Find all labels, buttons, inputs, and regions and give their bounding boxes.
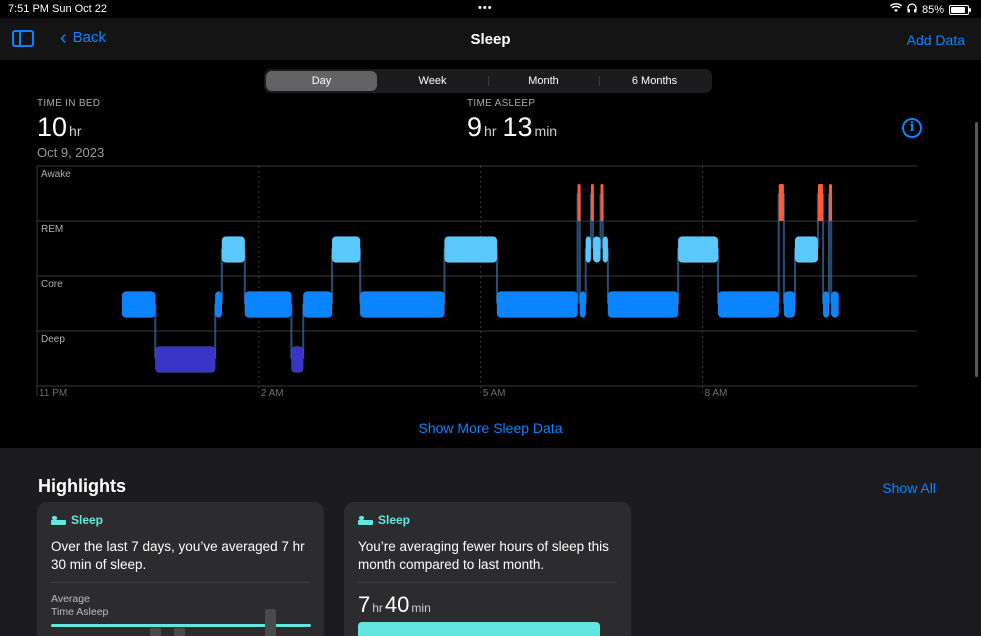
sleep-segment-awake (817, 184, 824, 221)
highlights-section: Highlights Show All Sleep Over the last … (0, 448, 981, 636)
stage-label: Deep (41, 334, 65, 345)
sleep-segment-awake (577, 184, 581, 221)
scrollbar[interactable] (975, 122, 978, 377)
card-divider (51, 582, 310, 583)
sleep-segment-core (822, 291, 830, 318)
add-data-button[interactable]: Add Data (907, 32, 965, 48)
sleep-segment-core (121, 291, 156, 318)
x-tick-label: 8 AM (705, 388, 728, 399)
monthly-hours: 7 (358, 592, 371, 617)
x-tick-label: 2 AM (261, 388, 284, 399)
highlight-card-weekly-average[interactable]: Sleep Over the last 7 days, you’ve avera… (37, 502, 324, 636)
x-tick-label: 11 PM (39, 388, 67, 399)
stage-label: Core (41, 279, 63, 290)
page-title: Sleep (470, 31, 511, 48)
card-divider (358, 582, 617, 583)
card-category-label: Sleep (71, 513, 104, 527)
status-date: Sun Oct 22 (52, 3, 108, 15)
time-in-bed-hours: 10 (37, 112, 68, 142)
sleep-segment-core (244, 291, 292, 318)
sleep-summary: Day Week Month 6 Months TIME IN BED 10 hr… (0, 60, 981, 448)
sleep-stages-svg: Awake REM Core Deep 11 PM 2 AM 5 AM 8 AM (36, 165, 917, 399)
sleep-segment-core (579, 291, 586, 318)
x-tick-label: 5 AM (483, 388, 506, 399)
card-category: Sleep (51, 513, 103, 527)
day-bar (265, 609, 276, 636)
sleep-segment-core (607, 291, 679, 318)
sleep-segment-core (214, 291, 223, 318)
show-more-sleep-data-link[interactable]: Show More Sleep Data (0, 420, 981, 436)
card-category: Sleep (358, 513, 410, 527)
sleep-segment-awake (778, 184, 784, 221)
segment-day[interactable]: Day (266, 71, 377, 91)
time-asleep-label: TIME ASLEEP (467, 98, 536, 109)
time-in-bed-unit: hr (69, 123, 82, 139)
average-time-asleep-label: Average Time Asleep (51, 593, 108, 619)
highlight-card-monthly-comparison[interactable]: Sleep You’re averaging fewer hours of sl… (344, 502, 631, 636)
sleep-segment-core (359, 291, 445, 318)
segment-week[interactable]: Week (377, 71, 488, 91)
status-bar: 7:51 PM Sun Oct 22 ••• 85% (0, 0, 981, 18)
day-bar (150, 628, 161, 636)
sleep-segment-core (783, 291, 796, 318)
sleep-segment-deep (155, 346, 216, 373)
battery-icon (949, 4, 971, 15)
monthly-minutes: 40 (384, 592, 410, 617)
sleep-segment-core (302, 291, 333, 318)
monthly-comparison-bar (358, 622, 600, 636)
sleep-segment-rem (602, 236, 609, 263)
sleep-segment-rem (221, 236, 246, 263)
nav-bar: ‹ Back Sleep Add Data (0, 18, 981, 60)
status-time: 7:51 PM (8, 3, 49, 15)
card-category-label: Sleep (378, 513, 411, 527)
time-in-bed-value: 10 hr (37, 112, 82, 143)
segment-month[interactable]: Month (488, 71, 599, 91)
sleep-segment-rem (331, 236, 361, 263)
sleep-segment-deep (291, 346, 304, 373)
headphones-icon (907, 3, 917, 16)
sleep-segment-rem (444, 236, 498, 263)
sleep-segment-rem (677, 236, 719, 263)
monthly-average-value: 7 hr40 min (358, 592, 433, 618)
sleep-segment-awake (600, 184, 604, 221)
time-asleep-hours: 9 (467, 112, 483, 142)
time-asleep-value: 9 hr 13 min (467, 112, 557, 143)
avg-label-line1: Average (51, 593, 90, 605)
monthly-minutes-unit: min (411, 601, 431, 615)
battery-percent: 85% (921, 3, 944, 16)
time-asleep-hours-unit: hr (484, 123, 497, 139)
sleep-segment-core (830, 291, 839, 318)
monthly-hours-unit: hr (372, 601, 383, 615)
segment-6-months[interactable]: 6 Months (599, 71, 710, 91)
avg-label-line2: Time Asleep (51, 606, 109, 618)
show-all-button[interactable]: Show All (882, 480, 936, 496)
sleep-segment-rem (585, 236, 592, 263)
status-right: 85% (889, 3, 971, 16)
sleep-segment-core (717, 291, 779, 318)
day-bar (174, 628, 185, 636)
multitasking-dots-icon[interactable]: ••• (478, 2, 493, 14)
bed-icon (358, 515, 373, 526)
time-asleep-minutes: 13 (502, 112, 533, 142)
sleep-segment-rem (794, 236, 819, 263)
sleep-segment-awake (590, 184, 594, 221)
info-icon[interactable]: i (902, 118, 922, 138)
sleep-segment-core (496, 291, 578, 318)
period-segmented-control[interactable]: Day Week Month 6 Months (264, 69, 712, 93)
time-asleep-minutes-unit: min (534, 123, 558, 139)
stage-label: Awake (41, 169, 71, 180)
highlights-title: Highlights (38, 476, 126, 496)
sleep-segment-rem (592, 236, 601, 263)
sleep-segment-awake (829, 184, 832, 221)
bed-icon (51, 515, 66, 526)
card-message: Over the last 7 days, you’ve averaged 7 … (51, 539, 305, 572)
time-in-bed-label: TIME IN BED (37, 98, 101, 109)
wifi-icon (889, 3, 903, 16)
sleep-date: Oct 9, 2023 (37, 145, 105, 160)
sleep-stages-chart: Awake REM Core Deep 11 PM 2 AM 5 AM 8 AM (0, 160, 981, 400)
card-message: You’re averaging fewer hours of sleep th… (358, 539, 609, 572)
stage-label: REM (41, 224, 63, 235)
